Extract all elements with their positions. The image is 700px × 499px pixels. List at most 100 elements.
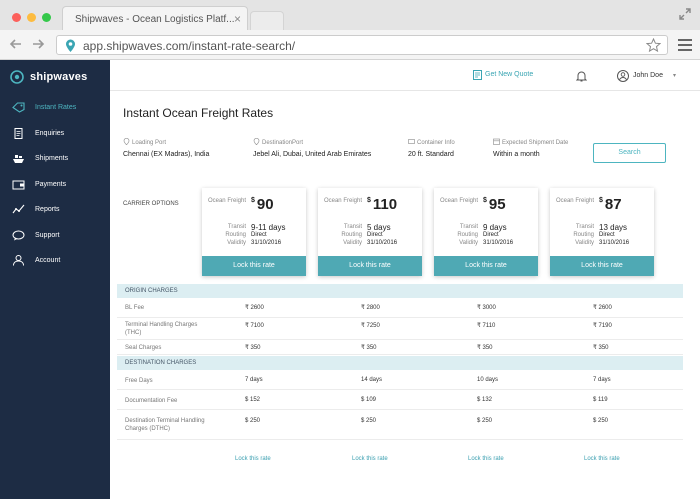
row-value: 7 days: [245, 377, 263, 383]
lock-rate-link[interactable]: Lock this rate: [235, 456, 271, 462]
forward-arrow-icon[interactable]: [30, 36, 46, 52]
row-value: ₹ 3000: [477, 305, 496, 311]
validity-label: Validity: [459, 240, 478, 246]
origin-charges-header: ORIGIN CHARGES: [117, 284, 683, 298]
back-arrow-icon[interactable]: [8, 36, 24, 52]
sidebar-item-instant-rates[interactable]: Instant Rates: [0, 96, 110, 122]
row-value: $ 250: [361, 418, 377, 424]
row-value: ₹ 7100: [245, 323, 264, 329]
price-value: $87: [599, 196, 622, 213]
currency-symbol: $: [599, 197, 603, 204]
row-value: ₹ 2800: [361, 305, 380, 311]
browser-window: Shipwaves - Ocean Logistics Platf... × a…: [0, 0, 700, 499]
validity-value: 31/10/2016: [599, 240, 630, 246]
row-value: 7 days: [593, 377, 611, 383]
carrier-card: Ocean Freight $110 Transit 5 days Routin…: [318, 188, 422, 276]
lock-rate-link[interactable]: Lock this rate: [468, 456, 504, 462]
page-title: Instant Ocean Freight Rates: [123, 106, 274, 120]
price-amount: 110: [372, 196, 398, 213]
tab-title: Shipwaves - Ocean Logistics Platf...: [75, 14, 235, 25]
destination-port-value: Jebel Ali, Dubai, United Arab Emirates: [253, 151, 372, 158]
sidebar-item-enquiries[interactable]: Enquiries: [0, 122, 110, 148]
transit-label: Transit: [575, 224, 594, 230]
table-row: BL Fee ₹ 2600 ₹ 2800 ₹ 3000 ₹ 2600: [117, 298, 683, 318]
loading-port-field[interactable]: Loading Port Chennai (EX Madras), India: [123, 138, 209, 158]
carrier-card: Ocean Freight $87 Transit 13 days Routin…: [550, 188, 654, 276]
location-pin-icon: [253, 138, 260, 145]
bookmark-star-icon[interactable]: [646, 38, 661, 53]
browser-toolbar: app.shipwaves.com/instant-rate-search/: [0, 30, 700, 60]
validity-value: 31/10/2016: [251, 240, 282, 246]
location-pin-icon: [66, 39, 75, 52]
row-value: $ 250: [245, 418, 261, 424]
price-value: $95: [483, 196, 506, 213]
transit-value: 9 days: [483, 223, 507, 232]
price-value: $90: [251, 196, 274, 213]
search-button[interactable]: Search: [593, 143, 666, 163]
row-value: $ 132: [477, 397, 493, 403]
lock-rate-button[interactable]: Lock this rate: [318, 256, 422, 276]
destination-port-field[interactable]: DestinationPort Jebel Ali, Dubai, United…: [253, 138, 371, 158]
expand-icon[interactable]: [678, 7, 692, 21]
lock-rate-link[interactable]: Lock this rate: [352, 456, 388, 462]
price-value: $110: [367, 196, 397, 213]
lock-rate-button[interactable]: Lock this rate: [550, 256, 654, 276]
row-value: ₹ 2600: [245, 305, 264, 311]
validity-label: Validity: [343, 240, 362, 246]
ocean-freight-label: Ocean Freight: [555, 198, 594, 204]
tab-close-icon[interactable]: ×: [234, 12, 241, 26]
sidebar-item-reports[interactable]: Reports: [0, 198, 110, 224]
routing-label: Routing: [457, 232, 478, 238]
row-value: ₹ 7110: [477, 323, 496, 329]
validity-label: Validity: [575, 240, 594, 246]
shipwaves-logo-icon: [10, 70, 24, 84]
routing-value: Direct: [251, 232, 267, 238]
user-name: John Doe: [633, 72, 663, 79]
price-amount: 87: [604, 196, 622, 213]
bell-icon[interactable]: [576, 70, 587, 82]
ship-icon: [13, 155, 24, 163]
row-value: ₹ 350: [361, 345, 377, 351]
browser-tab-bar: Shipwaves - Ocean Logistics Platf... ×: [0, 0, 700, 30]
browser-tab[interactable]: Shipwaves - Ocean Logistics Platf... ×: [62, 6, 248, 30]
wallet-icon: [12, 180, 25, 189]
location-pin-icon: [123, 138, 130, 145]
address-bar[interactable]: app.shipwaves.com/instant-rate-search/: [56, 35, 668, 55]
loading-port-value: Chennai (EX Madras), India: [123, 151, 210, 158]
sidebar-item-shipments[interactable]: Shipments: [0, 147, 110, 173]
destination-port-label: DestinationPort: [262, 140, 304, 146]
sidebar-item-support[interactable]: Support: [0, 224, 110, 250]
browser-menu-icon[interactable]: [678, 39, 692, 51]
new-tab-button[interactable]: [250, 11, 284, 30]
lock-rate-link[interactable]: Lock this rate: [584, 456, 620, 462]
calendar-icon: [493, 138, 500, 145]
quote-document-icon: [473, 70, 482, 80]
ocean-freight-label: Ocean Freight: [323, 198, 362, 204]
row-label: Destination Terminal Handling Charges (D…: [125, 418, 205, 432]
zoom-window-button[interactable]: [42, 13, 51, 22]
row-value: $ 250: [593, 418, 609, 424]
close-window-button[interactable]: [12, 13, 21, 22]
shipment-date-field[interactable]: Expected Shipment Date Within a month: [493, 138, 568, 158]
sidebar-item-payments[interactable]: Payments: [0, 173, 110, 199]
ocean-freight-label: Ocean Freight: [207, 198, 246, 204]
row-value: ₹ 350: [593, 345, 609, 351]
container-info-field[interactable]: Container Info 20 ft. Standard: [408, 138, 455, 158]
row-value: ₹ 7250: [361, 323, 380, 329]
row-value: ₹ 7190: [593, 323, 612, 329]
row-value: $ 250: [477, 418, 493, 424]
chart-icon: [12, 204, 25, 214]
carrier-options-label: CARRIER OPTIONS: [123, 201, 179, 207]
lock-rate-button[interactable]: Lock this rate: [202, 256, 306, 276]
shipment-date-value: Within a month: [493, 151, 540, 158]
carrier-card: Ocean Freight $90 Transit 9-11 days Rout…: [202, 188, 306, 276]
routing-value: Direct: [483, 232, 499, 238]
sidebar-item-account[interactable]: Account: [0, 249, 110, 275]
transit-label: Transit: [227, 224, 246, 230]
get-new-quote-link[interactable]: Get New Quote: [473, 70, 533, 80]
lock-rate-button[interactable]: Lock this rate: [434, 256, 538, 276]
transit-label: Transit: [459, 224, 478, 230]
minimize-window-button[interactable]: [27, 13, 36, 22]
row-value: 14 days: [361, 377, 383, 383]
user-icon: [13, 255, 24, 266]
